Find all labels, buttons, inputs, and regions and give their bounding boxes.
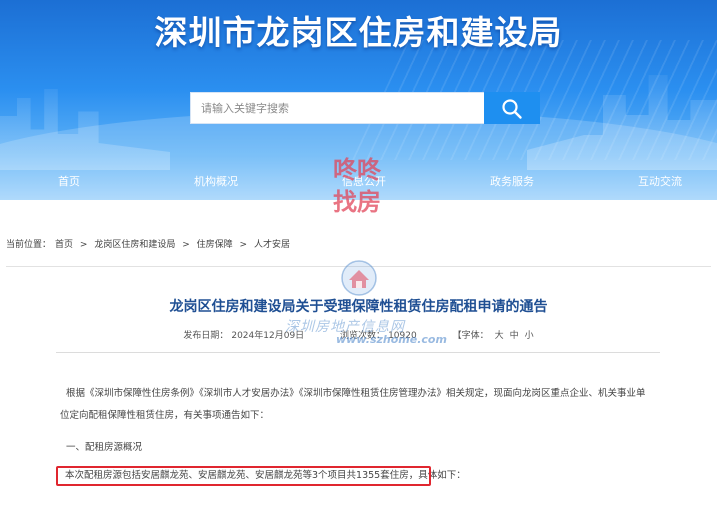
section-heading: 一、配租房源概况: [66, 442, 143, 453]
city-skyline-left: [0, 89, 170, 170]
search-button[interactable]: [484, 92, 540, 124]
breadcrumb-separator: >: [182, 240, 190, 250]
nav-interaction[interactable]: 互动交流: [638, 173, 682, 189]
watermark-logo-line2: 找房: [333, 188, 381, 216]
breadcrumb-separator: >: [79, 240, 88, 250]
watermark-logo: 咚咚 找房: [322, 148, 392, 218]
font-size-label: 【字体：: [452, 331, 489, 341]
paragraph-intro: 根据《深圳市保障性住房条例》《深圳市人才安居办法》《深圳市保障性租赁住房管理办法…: [60, 383, 676, 427]
font-size-medium[interactable]: 中: [510, 331, 519, 341]
nav-org-overview[interactable]: 机构概况: [194, 173, 238, 189]
font-size-large[interactable]: 大: [495, 331, 504, 341]
site-title: 深圳市龙岗区住房和建设局: [154, 13, 563, 52]
breadcrumb-item-home[interactable]: 首页: [55, 240, 73, 250]
breadcrumb-item-housing-security[interactable]: 住房保障: [197, 240, 233, 250]
article-title: 龙岗区住房和建设局关于受理保障性租赁住房配租申请的通告: [169, 299, 548, 315]
breadcrumb-separator: >: [239, 240, 248, 250]
highlight-box: [56, 466, 431, 486]
breadcrumb-item-bureau[interactable]: 龙岗区住房和建设局: [94, 240, 175, 250]
city-skyline-right: [527, 75, 717, 170]
watermark-site-url: www.szhome.com: [336, 333, 447, 346]
meta-divider: [56, 352, 660, 353]
breadcrumb-prefix: 当前位置：: [6, 240, 52, 250]
paragraph-intro-line1: 根据《深圳市保障性住房条例》《深圳市人才安居办法》《深圳市保障性租赁住房管理办法…: [66, 388, 646, 399]
publish-date-label: 发布日期：: [183, 331, 229, 341]
breadcrumb-item-talent-housing[interactable]: 人才安居: [254, 240, 290, 250]
search-icon: [502, 99, 522, 119]
search-box: [190, 92, 486, 124]
nav-gov-services[interactable]: 政务服务: [490, 173, 534, 189]
nav-home[interactable]: 首页: [58, 173, 80, 189]
szhome-logo-icon: [341, 260, 377, 296]
watermark-logo-line1: 咚咚: [333, 156, 381, 184]
paragraph-intro-line2: 位定向配租保障性租赁住房，有关事项通告如下：: [60, 410, 270, 421]
font-size-small[interactable]: 小: [525, 331, 534, 341]
search-input[interactable]: [191, 93, 485, 123]
breadcrumb: 当前位置： 首页 > 龙岗区住房和建设局 > 住房保障 > 人才安居: [6, 237, 294, 250]
